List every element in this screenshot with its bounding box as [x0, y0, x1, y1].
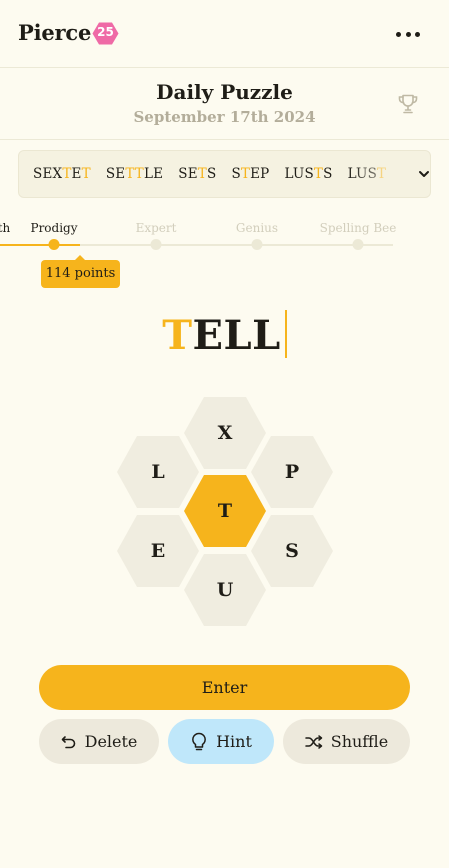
rank-label-genius: Genius — [235, 221, 279, 235]
found-word-letters: S — [323, 166, 333, 182]
trophy-icon[interactable] — [397, 93, 419, 115]
found-words-list: SEXTETSETTLESETSSTEPLUSTSLUSTTE — [33, 151, 395, 197]
rank-label-prodigy: Prodigy — [30, 221, 78, 235]
lightbulb-icon — [192, 732, 207, 750]
chevron-down-icon[interactable] — [417, 167, 431, 181]
found-word-center-letters: T — [240, 166, 251, 182]
puzzle-date: September 17th 2024 — [133, 108, 316, 126]
puzzle-header: Daily Puzzle September 17th 2024 — [0, 68, 449, 140]
found-word-center-letters: TT — [125, 166, 145, 182]
found-word-letters: LUS — [284, 166, 314, 182]
found-word-letters: SE — [178, 166, 198, 182]
top-bar: Pierce 25 — [0, 0, 449, 68]
found-word-letters: E — [71, 166, 82, 182]
found-word: SETTLE — [106, 166, 163, 182]
hint-label: Hint — [216, 732, 252, 751]
rank-label-expert: Expert — [135, 221, 177, 235]
found-word: LUSTS — [284, 166, 332, 182]
delete-label: Delete — [84, 732, 138, 751]
rank-node-genius — [251, 239, 263, 250]
found-word-letters: S — [206, 166, 217, 182]
more-dot — [415, 31, 420, 37]
letter-hive: X P S U E L T — [116, 396, 335, 628]
found-word-center-letters: T — [313, 166, 324, 182]
found-word: SEXTET — [33, 166, 91, 182]
found-words-fade — [349, 151, 409, 197]
points-tooltip: 114 points — [41, 255, 120, 288]
hive-center-letter: T — [217, 500, 233, 522]
delete-button[interactable]: Delete — [39, 719, 159, 764]
found-words-bar[interactable]: SEXTETSETTLESETSSTEPLUSTSLUSTTE — [18, 150, 431, 198]
shuffle-label: Shuffle — [330, 732, 389, 751]
progress-track-fill — [0, 244, 80, 246]
found-word: STEP — [231, 166, 269, 182]
found-word-letters: EP — [250, 166, 270, 182]
more-dot — [405, 31, 411, 37]
found-word-letters: SE — [105, 166, 126, 182]
streak-badge[interactable]: 25 — [92, 22, 119, 45]
found-word-letters: S — [231, 166, 241, 182]
found-word-letters: SEX — [33, 166, 63, 182]
badge-count: 25 — [97, 25, 114, 39]
found-word: SETS — [178, 166, 216, 182]
rank-label-previous: th — [0, 221, 11, 235]
rank-label-spelling-bee: Spelling Bee — [319, 221, 397, 235]
enter-button[interactable]: Enter — [39, 665, 410, 710]
text-caret — [284, 310, 287, 358]
rank-node-prodigy — [48, 239, 60, 250]
word-entry: TELL — [0, 310, 449, 366]
undo-arrow-icon — [61, 735, 75, 748]
entry-center-letter: T — [162, 312, 193, 359]
found-word-center-letters: T — [197, 166, 207, 182]
found-word-center-letters: T — [81, 166, 91, 182]
user-name: Pierce — [18, 20, 92, 45]
entry-letters: ELL — [192, 312, 281, 359]
rank-node-spelling-bee — [352, 239, 364, 250]
found-word-center-letters: T — [62, 166, 72, 182]
rank-node-expert — [150, 239, 162, 250]
progress-track — [0, 244, 449, 246]
shuffle-icon — [304, 734, 322, 749]
more-horizontal-icon — [396, 31, 401, 37]
more-menu-button[interactable] — [396, 24, 420, 44]
found-word-letters: LE — [144, 166, 164, 182]
page-title: Daily Puzzle — [156, 80, 293, 104]
hint-button[interactable]: Hint — [168, 719, 274, 764]
rank-progress: th Prodigy Expert Genius Spelling Bee 11… — [0, 214, 449, 294]
shuffle-button[interactable]: Shuffle — [283, 719, 410, 764]
hive-cell-center[interactable]: T — [183, 474, 267, 548]
